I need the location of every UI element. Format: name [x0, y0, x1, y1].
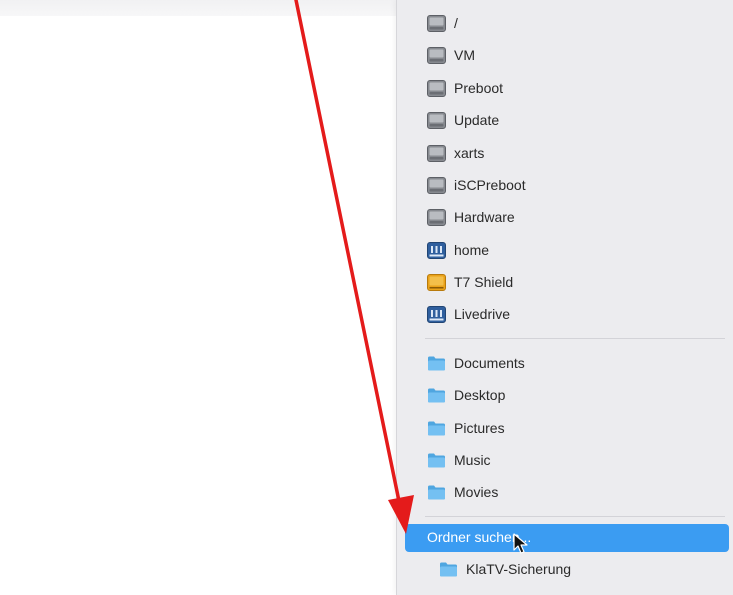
menu-item-volume[interactable]: T7 Shield: [427, 269, 723, 295]
menu-item-volume[interactable]: VM: [427, 42, 723, 68]
menu-item-label: Movies: [454, 484, 499, 500]
menu-item-label: Music: [454, 452, 491, 468]
folder-icon: [428, 485, 445, 499]
menu-item-folder[interactable]: Movies: [427, 479, 723, 505]
menu-item-volume[interactable]: Hardware: [427, 204, 723, 230]
menu-item-folder[interactable]: Music: [427, 447, 723, 473]
location-popup-menu: / VM Preboot Update xarts iSCPreboot Har…: [397, 0, 733, 595]
menu-item-volume[interactable]: Livedrive: [427, 301, 723, 327]
mouse-pointer-icon: [513, 533, 528, 554]
menu-item-label: Hardware: [454, 209, 515, 225]
disk-icon: [427, 14, 446, 32]
menu-item-label: Livedrive: [454, 306, 511, 322]
recent-folder-item[interactable]: KlaTV-Sicherung: [439, 556, 719, 582]
menu-item-volume[interactable]: xarts: [427, 140, 723, 166]
recent-folder-label: KlaTV-Sicherung: [466, 561, 572, 577]
menu-item-volume[interactable]: iSCPreboot: [427, 172, 723, 198]
menu-item-label: iSCPreboot: [454, 177, 526, 193]
menu-item-label: Desktop: [454, 387, 506, 403]
menu-item-label: Pictures: [454, 420, 505, 436]
folder-icon: [428, 453, 445, 467]
search-folder-menu-item[interactable]: Ordner suchen...: [405, 524, 729, 554]
menu-item-volume[interactable]: home: [427, 237, 723, 263]
menu-item-folder[interactable]: Desktop: [427, 382, 723, 408]
disk-icon: [427, 79, 446, 97]
background-window-strip: [0, 0, 400, 16]
menu-item-folder[interactable]: Pictures: [427, 415, 723, 441]
arrow-shaft: [294, 0, 402, 508]
menu-item-volume[interactable]: /: [427, 10, 723, 36]
disk-icon: [427, 144, 446, 162]
disk-icon: [427, 176, 446, 194]
menu-item-label: T7 Shield: [454, 274, 514, 290]
menu-item-volume[interactable]: Update: [427, 107, 723, 133]
menu-item-folder[interactable]: Documents: [427, 350, 723, 376]
menu-item-label: Documents: [454, 355, 525, 371]
disk-icon: [427, 208, 446, 226]
folder-icon: [428, 421, 445, 435]
external-drive-icon: [427, 273, 446, 291]
network-drive-icon: [427, 305, 446, 323]
menu-item-label: Update: [454, 112, 500, 128]
menu-item-label: xarts: [454, 145, 485, 161]
menu-item-label: home: [454, 242, 490, 258]
menu-item-label: /: [454, 15, 458, 31]
folder-icon: [428, 388, 445, 402]
menu-item-label: Preboot: [454, 80, 504, 96]
folder-icon: [428, 356, 445, 370]
menu-separator: [425, 338, 725, 339]
menu-item-label: VM: [454, 47, 475, 63]
network-drive-icon: [427, 241, 446, 259]
menu-separator: [425, 516, 725, 517]
menu-item-volume[interactable]: Preboot: [427, 75, 723, 101]
disk-icon: [427, 111, 446, 129]
disk-icon: [427, 46, 446, 64]
folder-icon: [440, 562, 457, 576]
